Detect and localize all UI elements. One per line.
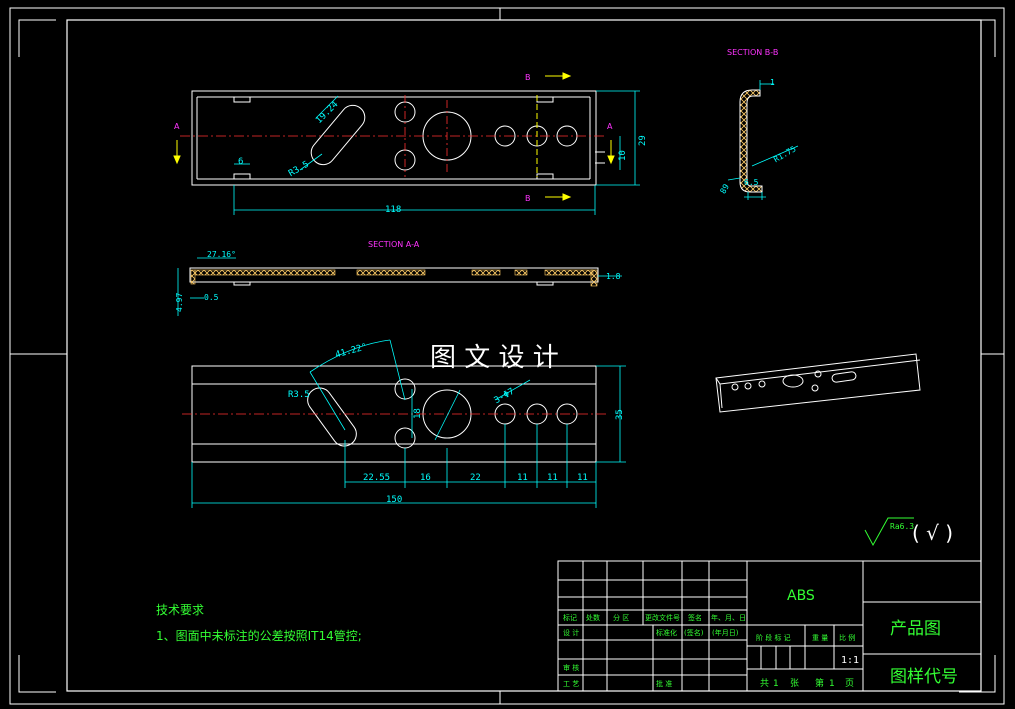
tb-sheets: 共 xyxy=(760,678,769,689)
cad-drawing-canvas: A A B B 118 6 29 10 19.24 R3.5 SECTION B… xyxy=(9,7,1005,705)
tb-sheets: 第 xyxy=(815,677,824,689)
section-aa-view: SECTION A-A 27.16° 1.8 4.97 0.5 xyxy=(175,240,622,316)
tb-drawing-code: 图样代号 xyxy=(890,667,958,687)
section-bb-title: SECTION B-B xyxy=(727,48,778,57)
dim-chain: 22 xyxy=(470,473,481,483)
dim-bb-bend-radius: R1.75 xyxy=(772,144,798,164)
roughness-symbol: Ra6.3 ( √ ) xyxy=(864,517,953,547)
bottom-slot xyxy=(307,387,357,447)
dim-bottom-hole-dia: 3-Φ7 xyxy=(493,387,517,407)
dim-aa-height: 4.97 xyxy=(175,293,184,312)
tb-design: 标准化 xyxy=(656,628,677,637)
tb-design: (签名) xyxy=(684,628,704,637)
tb-design: 设 计 xyxy=(563,628,579,637)
dim-bb-thickness: 1 xyxy=(770,78,775,87)
section-bb-view: SECTION B-B 1 R1.75 6.5 89 xyxy=(718,48,799,200)
tb-header: 标记 xyxy=(563,613,577,622)
tb-ratio: 比 例 xyxy=(839,633,855,642)
dim-bb-flange: 6.5 xyxy=(744,178,759,187)
section-aa-hatch xyxy=(190,269,598,287)
bottom-view: 41.22° R3.5 3-Φ7 18 35 22.55 16 22 11 11… xyxy=(182,339,626,508)
tb-sheets: 1 xyxy=(773,679,779,689)
cut-label-b: B xyxy=(525,194,531,203)
dim-top-height: 29 xyxy=(638,135,648,146)
section-aa-title: SECTION A-A xyxy=(368,240,420,249)
tb-stage: 阶 段 标 记 xyxy=(756,633,791,642)
tb-sheets: 页 xyxy=(845,678,854,689)
dim-top-hole-offset: 10 xyxy=(618,150,628,161)
dim-chain: 11 xyxy=(517,473,528,483)
top-slot xyxy=(310,104,366,166)
dim-chain: 11 xyxy=(577,473,588,483)
dim-top-length: 118 xyxy=(385,205,401,215)
cut-label-b: B xyxy=(525,73,531,82)
section-bb-profile xyxy=(739,89,763,193)
tb-review: 审 核 xyxy=(563,663,579,672)
dim-bottom-height: 35 xyxy=(615,409,625,420)
tb-header: 年、月、日 xyxy=(711,613,746,622)
tb-material: ABS xyxy=(787,588,815,604)
tb-header: 签名 xyxy=(688,613,702,622)
dim-bottom-slot-radius: R3.5 xyxy=(288,390,310,400)
dim-top-slot-radius: R3.5 xyxy=(287,160,311,180)
cut-label-a: A xyxy=(174,122,180,131)
cut-label-a: A xyxy=(607,122,613,131)
notes-title: 技术要求 xyxy=(156,603,204,617)
dim-bb-angle: 89 xyxy=(718,182,731,195)
dim-chain: 16 xyxy=(420,473,431,483)
dim-bottom-spacing: 18 xyxy=(413,408,423,419)
tb-header: 处数 xyxy=(586,613,600,622)
isometric-view xyxy=(715,353,921,413)
tb-drawing-name: 产品图 xyxy=(890,619,941,639)
watermark: 图 文 设 计 xyxy=(430,343,559,373)
roughness-mark: ( √ ) xyxy=(912,521,953,545)
section-arrows xyxy=(173,72,615,201)
dim-top-offset: 6 xyxy=(238,157,243,167)
dim-aa-angle: 27.16° xyxy=(207,250,236,259)
dim-aa-thickness: 1.8 xyxy=(606,272,621,281)
dim-aa-gap: 0.5 xyxy=(204,293,219,302)
tb-sheets: 张 xyxy=(790,678,799,689)
top-dimension-lines xyxy=(233,90,640,215)
dim-chain: 11 xyxy=(547,473,558,483)
roughness-value: Ra6.3 xyxy=(890,522,914,531)
tb-process: 工 艺 xyxy=(563,680,579,688)
dim-chain: 22.55 xyxy=(363,473,390,483)
tb-approve: 批 准 xyxy=(656,679,672,688)
top-view-outline xyxy=(191,90,597,186)
tb-header: 分 区 xyxy=(613,613,629,622)
tb-header: 更改文件号 xyxy=(645,613,680,622)
top-view: A A B B 118 6 29 10 19.24 R3.5 xyxy=(173,72,648,215)
tb-weight: 重 量 xyxy=(812,634,828,642)
dim-top-slot-length: 19.24 xyxy=(314,100,340,126)
technical-notes: 技术要求 1、图面中未标注的公差按照IT14管控; xyxy=(156,603,362,643)
dim-bottom-angle: 41.22° xyxy=(334,342,368,360)
dim-bottom-length: 150 xyxy=(386,495,402,505)
title-block: 标记 处数 分 区 更改文件号 签名 年、月、日 设 计 标准化 (签名) (年… xyxy=(557,560,982,692)
tb-scale: 1:1 xyxy=(841,655,859,666)
tb-design: (年月日) xyxy=(712,628,739,637)
tb-sheets: 1 xyxy=(829,679,835,689)
notes-item: 1、图面中未标注的公差按照IT14管控; xyxy=(156,628,362,643)
